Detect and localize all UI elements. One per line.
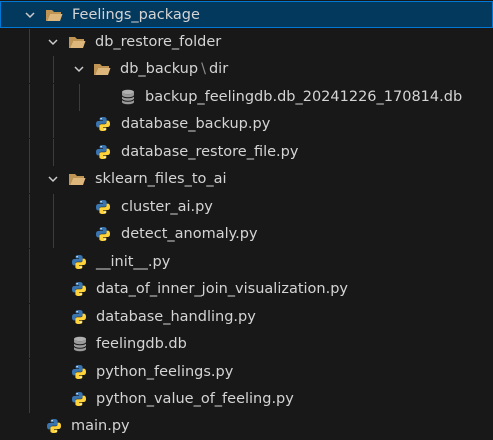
python-file-icon [94,115,112,133]
tree-item-label: detect_anomaly.py [121,226,258,242]
tree-item-label: data_of_inner_join_visualization.py [96,281,349,297]
database-file-icon [71,335,89,353]
path-separator: \ [201,61,206,77]
indent-guide [29,139,30,166]
tree-item-label: main.py [71,418,130,434]
indent-guide [53,84,54,111]
file-explorer-tree: Feelings_package db_restore_folder db_ba… [0,0,493,440]
tree-item-label: python_value_of_feeling.py [96,391,294,407]
indent-guide [79,84,80,111]
indent-guide [29,386,30,413]
tree-item-label: __init__.py [96,254,171,270]
indent-guide [29,56,30,83]
tree-item-label: database_handling.py [96,309,256,325]
indent-guide [53,111,54,138]
tree-item-python-value-of-feeling[interactable]: python_value_of_feeling.py [0,386,493,413]
folder-open-icon [68,170,86,188]
tree-item-label: feelingdb.db [96,336,187,352]
tree-item-label-suffix: dir [208,61,229,77]
python-file-icon [70,253,88,271]
tree-item-feelingdb[interactable]: feelingdb.db [0,331,493,358]
indent-guide [29,249,30,276]
tree-item-db-backup-dir[interactable]: db_backup \ dir [0,56,493,83]
folder-open-icon [45,6,63,24]
tree-item-sklearn-files-to-ai[interactable]: sklearn_files_to_ai [0,166,493,193]
indent-guide [29,166,30,193]
tree-item-python-feelings[interactable]: python_feelings.py [0,359,493,386]
indent-guide [29,84,30,111]
tree-item-cluster-ai[interactable]: cluster_ai.py [0,194,493,221]
database-file-icon [119,88,137,106]
python-file-icon [94,225,112,243]
chevron-down-icon[interactable] [46,35,60,49]
tree-item-data-of-inner-join-visualization[interactable]: data_of_inner_join_visualization.py [0,276,493,303]
chevron-down-icon[interactable] [23,8,37,22]
compact-folder-label: db_backup \ dir [120,59,228,79]
tree-item-init[interactable]: __init__.py [0,249,493,276]
python-file-icon [70,390,88,408]
tree-item-label: database_restore_file.py [121,144,299,160]
python-file-icon [70,280,88,298]
tree-item-db-restore-folder[interactable]: db_restore_folder [0,29,493,56]
indent-guide [53,194,54,221]
tree-item-database-restore-file[interactable]: database_restore_file.py [0,139,493,166]
python-file-icon [94,143,112,161]
indent-guide [29,276,30,303]
tree-item-detect-anomaly[interactable]: detect_anomaly.py [0,221,493,248]
folder-open-icon [93,60,111,78]
tree-item-label: db_backup [120,61,199,77]
tree-item-label: python_feelings.py [96,364,234,380]
tree-item-label: database_backup.py [121,116,271,132]
chevron-down-icon[interactable] [72,62,86,76]
indent-guide [29,194,30,221]
tree-item-label: cluster_ai.py [121,199,213,215]
python-file-icon [94,198,112,216]
indent-guide [29,359,30,386]
indent-guide [29,304,30,331]
python-file-icon [70,308,88,326]
tree-item-label: backup_feelingdb.db_20241226_170814.db [145,89,463,105]
indent-guide [29,29,30,56]
python-file-icon [45,417,63,435]
chevron-down-icon[interactable] [46,172,60,186]
indent-guide [29,331,30,358]
tree-item-label: db_restore_folder [95,34,222,50]
indent-guide [53,221,54,248]
tree-item-backup-feelingdb[interactable]: backup_feelingdb.db_20241226_170814.db [0,84,493,111]
tree-item-label: sklearn_files_to_ai [95,171,227,187]
indent-guide [29,111,30,138]
indent-guide [53,139,54,166]
tree-item-database-handling[interactable]: database_handling.py [0,304,493,331]
indent-guide [53,56,54,83]
folder-open-icon [68,33,86,51]
indent-guide [29,221,30,248]
tree-item-main[interactable]: main.py [0,413,493,440]
tree-item-database-backup[interactable]: database_backup.py [0,111,493,138]
tree-item-label: Feelings_package [72,7,200,23]
tree-item-feelings-package[interactable]: Feelings_package [0,1,493,28]
python-file-icon [70,363,88,381]
